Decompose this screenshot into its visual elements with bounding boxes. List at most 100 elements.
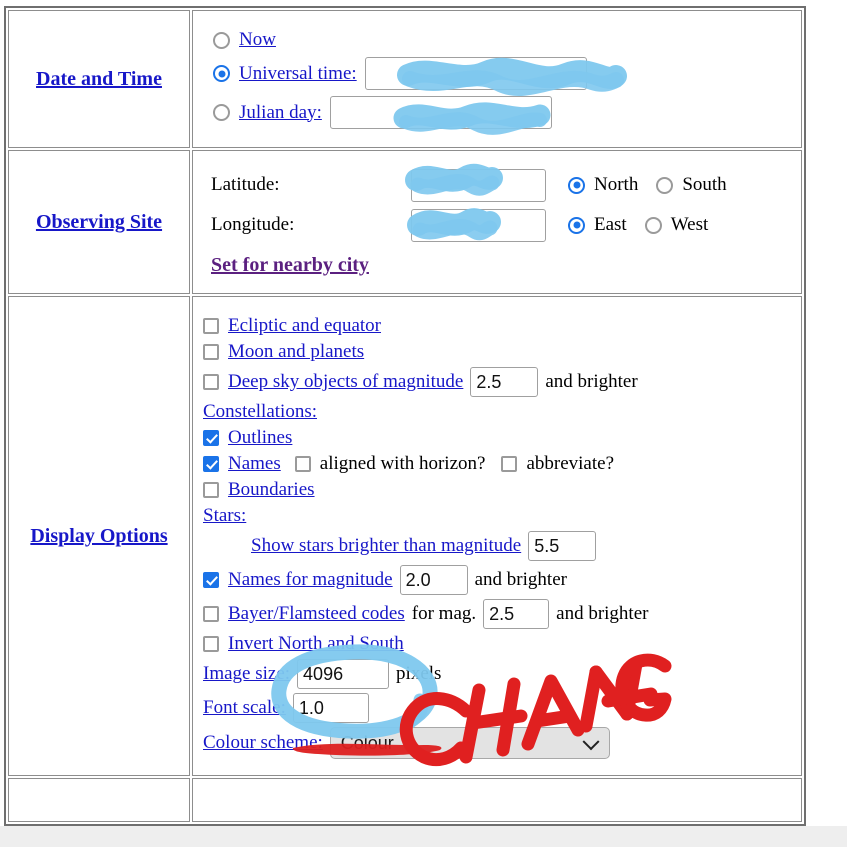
table-row-display-options: Display Options Ecliptic and equator Moo… — [8, 296, 802, 776]
label-cell-partial — [8, 778, 190, 822]
option-row-julian-day: Julian day: — [213, 96, 801, 129]
radio-universal-time[interactable] — [213, 65, 230, 82]
observing-site-link[interactable]: Observing Site — [36, 211, 162, 233]
names-for-magnitude-suffix: and brighter — [474, 569, 567, 590]
deep-sky-objects-link[interactable]: Deep sky objects of magnitude — [228, 371, 463, 393]
latitude-row: Latitude: North South — [211, 168, 801, 202]
option-row-universal-time: Universal time: — [213, 57, 801, 90]
names-for-magnitude-link[interactable]: Names for magnitude — [228, 569, 393, 591]
checkbox-boundaries[interactable] — [203, 482, 219, 498]
row-outlines: Outlines — [203, 427, 801, 449]
row-show-stars: Show stars brighter than magnitude 5.5 — [251, 531, 801, 561]
south-label: South — [682, 174, 727, 195]
longitude-label: Longitude: — [211, 214, 295, 235]
label-cell-display-options: Display Options — [8, 296, 190, 776]
universal-time-input[interactable] — [364, 57, 587, 90]
content-cell-date-time: Now Universal time: Julian day: — [192, 10, 802, 148]
row-constellations-heading: Constellations: — [203, 401, 801, 423]
content-cell-observing-site: Latitude: North South Longitude: East We… — [192, 150, 802, 294]
stars-link[interactable]: Stars: — [203, 505, 246, 527]
east-label: East — [594, 214, 627, 235]
radio-east[interactable] — [568, 216, 585, 234]
row-names: Names aligned with horizon? abbreviate? — [203, 453, 801, 475]
row-font-scale: Font scale: 1.0 — [203, 693, 801, 723]
names-link[interactable]: Names — [228, 453, 281, 475]
label-cell-observing-site: Observing Site — [8, 150, 190, 294]
radio-julian-day[interactable] — [213, 104, 230, 121]
moon-and-planets-link[interactable]: Moon and planets — [228, 341, 364, 363]
universal-time-link[interactable]: Universal time: — [239, 63, 357, 85]
now-link[interactable]: Now — [239, 29, 276, 51]
bayer-flamsteed-input[interactable]: 2.5 — [483, 599, 550, 629]
chevron-down-icon — [582, 733, 600, 751]
nearby-city-row: Set for nearby city — [211, 254, 801, 277]
julian-day-link[interactable]: Julian day: — [239, 102, 322, 124]
checkbox-invert-north-and-south[interactable] — [203, 636, 219, 652]
checkbox-aligned-with-horizon[interactable] — [294, 456, 311, 472]
bayer-flamsteed-mid: for mag. — [411, 603, 477, 624]
image-size-link[interactable]: Image size: — [203, 663, 290, 685]
settings-form-table: Date and Time Now Universal time: Julian… — [4, 6, 806, 826]
bayer-flamsteed-link[interactable]: Bayer/Flamsteed codes — [228, 603, 405, 625]
row-ecliptic-equator: Ecliptic and equator — [203, 315, 801, 337]
row-boundaries: Boundaries — [203, 479, 801, 501]
ecliptic-and-equator-link[interactable]: Ecliptic and equator — [228, 315, 381, 337]
checkbox-outlines[interactable] — [203, 430, 219, 446]
row-invert-north-south: Invert North and South — [203, 633, 801, 655]
font-scale-input[interactable]: 1.0 — [292, 693, 369, 723]
checkbox-abbreviate[interactable] — [501, 456, 518, 472]
row-image-size: Image size: 4096 pixels — [203, 659, 801, 689]
row-colour-scheme: Colour scheme: Colour — [203, 727, 801, 759]
image-size-suffix: pixels — [396, 663, 442, 684]
row-bayer-flamsteed: Bayer/Flamsteed codes for mag. 2.5 and b… — [203, 599, 801, 629]
row-moon-planets: Moon and planets — [203, 341, 801, 363]
longitude-row: Longitude: East West — [211, 208, 801, 242]
display-options-link[interactable]: Display Options — [30, 525, 167, 547]
table-row-date-time: Date and Time Now Universal time: Julian… — [8, 10, 802, 148]
radio-south[interactable] — [656, 176, 674, 194]
checkbox-names-for-magnitude[interactable] — [203, 572, 219, 588]
colour-scheme-select[interactable]: Colour — [329, 727, 610, 759]
longitude-input[interactable] — [411, 208, 546, 242]
table-row-partial — [8, 778, 802, 822]
image-size-input[interactable]: 4096 — [297, 659, 390, 689]
content-cell-partial — [192, 778, 802, 822]
constellations-link[interactable]: Constellations: — [203, 401, 317, 423]
deep-sky-suffix: and brighter — [545, 371, 638, 392]
checkbox-bayer-flamsteed[interactable] — [203, 606, 219, 622]
show-stars-magnitude-input[interactable]: 5.5 — [528, 531, 597, 561]
west-label: West — [670, 214, 709, 235]
checkbox-moon-and-planets[interactable] — [203, 344, 219, 360]
set-for-nearby-city-link[interactable]: Set for nearby city — [211, 254, 369, 277]
outlines-link[interactable]: Outlines — [228, 427, 292, 449]
latitude-label: Latitude: — [211, 174, 280, 195]
aligned-with-horizon-label: aligned with horizon? — [319, 453, 486, 474]
row-stars-heading: Stars: — [203, 505, 801, 527]
label-cell-date-time: Date and Time — [8, 10, 190, 148]
julian-day-input[interactable] — [329, 96, 552, 129]
date-and-time-link[interactable]: Date and Time — [36, 68, 162, 90]
colour-scheme-selected-value: Colour — [340, 732, 394, 753]
north-label: North — [594, 174, 639, 195]
latitude-input[interactable] — [411, 168, 546, 202]
content-cell-display-options: Ecliptic and equator Moon and planets De… — [192, 296, 802, 776]
radio-north[interactable] — [568, 176, 585, 194]
deep-sky-magnitude-input[interactable]: 2.5 — [470, 367, 539, 397]
radio-now[interactable] — [213, 31, 230, 49]
names-for-magnitude-input[interactable]: 2.0 — [399, 565, 468, 595]
radio-west[interactable] — [644, 216, 662, 234]
checkbox-deep-sky-objects[interactable] — [203, 374, 219, 390]
boundaries-link[interactable]: Boundaries — [228, 479, 315, 501]
invert-north-and-south-link[interactable]: Invert North and South — [228, 633, 404, 655]
abbreviate-label: abbreviate? — [526, 453, 615, 474]
colour-scheme-link[interactable]: Colour scheme: — [203, 732, 323, 754]
checkbox-ecliptic-and-equator[interactable] — [203, 318, 219, 334]
table-row-observing-site: Observing Site Latitude: North South Lon… — [8, 150, 802, 294]
option-row-now: Now — [213, 29, 801, 51]
bayer-flamsteed-suffix: and brighter — [556, 603, 649, 624]
checkbox-names[interactable] — [203, 456, 219, 472]
page-footer-area — [0, 826, 847, 847]
font-scale-link[interactable]: Font scale: — [203, 697, 286, 719]
row-deep-sky: Deep sky objects of magnitude 2.5 and br… — [203, 367, 801, 397]
show-stars-brighter-link[interactable]: Show stars brighter than magnitude — [251, 535, 521, 557]
